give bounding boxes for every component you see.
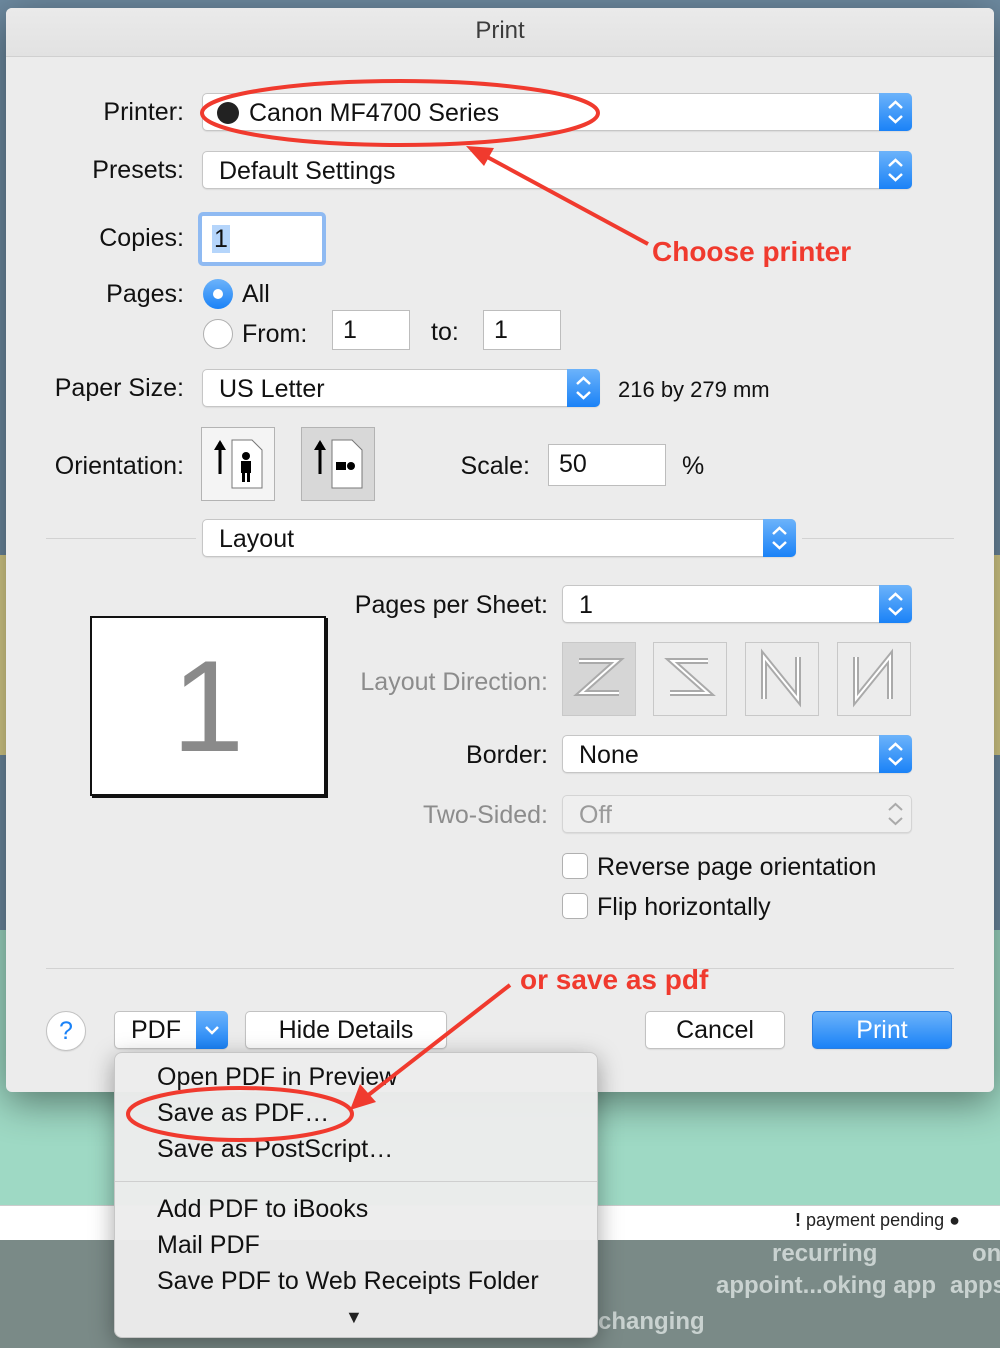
- pdf-menu-button[interactable]: PDF: [114, 1011, 228, 1049]
- layout-direction-s[interactable]: [653, 642, 727, 716]
- pages-per-sheet-value: 1: [579, 591, 593, 619]
- pdf-button-label: PDF: [131, 1016, 181, 1044]
- cancel-button[interactable]: Cancel: [645, 1011, 785, 1049]
- copies-field[interactable]: 1: [198, 212, 326, 266]
- user-icon: ●: [949, 1210, 961, 1230]
- reverse-orientation-checkbox[interactable]: [562, 853, 588, 879]
- paper-dimensions: 216 by 279 mm: [618, 377, 770, 402]
- page-preview: 1: [90, 616, 326, 796]
- menu-item-save-pdf-to-web-receipts[interactable]: Save PDF to Web Receipts Folder: [157, 1267, 539, 1296]
- pages-from-label: From:: [242, 320, 308, 348]
- orientation-label: Orientation:: [54, 452, 184, 480]
- layout-direction-n-reverse[interactable]: [745, 642, 819, 716]
- copies-value: 1: [212, 225, 230, 253]
- border-value: None: [579, 741, 639, 769]
- hide-details-button[interactable]: Hide Details: [245, 1011, 447, 1049]
- paper-size-value: US Letter: [219, 375, 325, 403]
- chevron-updown-icon: [879, 585, 912, 623]
- direction-z-icon: [573, 658, 625, 696]
- menu-item-save-as-pdf[interactable]: Save as PDF…: [157, 1099, 329, 1128]
- presets-label: Presets:: [92, 156, 184, 184]
- chevron-updown-icon: [879, 93, 912, 131]
- layout-direction-n[interactable]: [837, 642, 911, 716]
- background-changing-text: changing: [598, 1308, 705, 1335]
- preview-page-number: 1: [171, 633, 245, 779]
- layout-direction-z[interactable]: [562, 642, 636, 716]
- section-popup[interactable]: Layout: [202, 519, 796, 557]
- paper-size-label: Paper Size:: [54, 374, 184, 402]
- border-popup[interactable]: None: [562, 735, 912, 773]
- pages-from-radio[interactable]: [203, 319, 233, 349]
- paper-size-popup[interactable]: US Letter: [202, 369, 600, 407]
- section-value: Layout: [219, 525, 295, 553]
- direction-s-icon: [664, 658, 716, 696]
- portrait-button[interactable]: [201, 427, 275, 501]
- menu-item-mail-pdf[interactable]: Mail PDF: [157, 1231, 260, 1260]
- choose-printer-annotation: Choose printer: [652, 236, 852, 267]
- presets-value: Default Settings: [219, 157, 396, 185]
- section-separator-right: [802, 538, 954, 539]
- menu-scroll-down-arrow[interactable]: ▼: [345, 1307, 363, 1328]
- chevron-down-icon: [196, 1011, 228, 1049]
- background-on-text: on: [972, 1240, 1000, 1267]
- reverse-orientation-label: Reverse page orientation: [597, 853, 877, 881]
- two-sided-popup[interactable]: Off: [562, 795, 912, 833]
- printer-value: Canon MF4700 Series: [249, 99, 500, 127]
- pages-all-label: All: [242, 280, 270, 308]
- print-button[interactable]: Print: [812, 1011, 952, 1049]
- two-sided-label: Two-Sided:: [422, 801, 548, 829]
- save-pdf-annotation: or save as pdf: [520, 964, 709, 995]
- flip-horizontally-checkbox[interactable]: [562, 893, 588, 919]
- two-sided-value: Off: [579, 801, 612, 829]
- chevron-updown-icon: [879, 151, 912, 189]
- copies-label: Copies:: [99, 224, 184, 252]
- scale-label: Scale:: [460, 452, 530, 480]
- pages-label: Pages:: [106, 280, 184, 308]
- presets-popup[interactable]: Default Settings: [202, 151, 912, 189]
- border-label: Border:: [466, 741, 548, 769]
- flip-horizontally-label: Flip horizontally: [597, 893, 771, 921]
- direction-n-reverse-icon: [761, 648, 801, 708]
- landscape-button[interactable]: [301, 427, 375, 501]
- menu-item-add-pdf-to-ibooks[interactable]: Add PDF to iBooks: [157, 1195, 368, 1224]
- printer-popup[interactable]: Canon MF4700 Series: [202, 93, 912, 131]
- menu-item-open-pdf-in-preview[interactable]: Open PDF in Preview: [157, 1063, 397, 1092]
- scale-field[interactable]: 50: [548, 444, 666, 486]
- print-dialog: Print Printer: Canon MF4700 Series Prese…: [6, 8, 994, 1092]
- section-separator-left: [46, 538, 196, 539]
- chevron-updown-icon: [879, 795, 912, 833]
- chevron-updown-icon: [763, 519, 796, 557]
- scale-unit: %: [682, 452, 705, 480]
- background-recurring-text: recurring: [772, 1240, 878, 1267]
- chevron-updown-icon: [879, 735, 912, 773]
- landscape-icon: [314, 439, 363, 489]
- pdf-dropdown-menu: Open PDF in Preview Save as PDF… Save as…: [114, 1052, 598, 1338]
- pages-from-field[interactable]: 1: [332, 310, 410, 350]
- direction-n-icon: [853, 648, 893, 708]
- dialog-title: Print: [6, 8, 994, 57]
- pages-per-sheet-label: Pages per Sheet:: [354, 591, 548, 619]
- pages-all-radio[interactable]: [203, 279, 233, 309]
- menu-item-save-as-postscript[interactable]: Save as PostScript…: [157, 1135, 393, 1164]
- help-button[interactable]: ?: [46, 1011, 86, 1051]
- payment-pending-text: ! payment pending ●: [795, 1210, 961, 1230]
- layout-direction-label: Layout Direction:: [360, 668, 548, 696]
- background-appoint-text: appoint...oking app: [716, 1272, 936, 1299]
- printer-status-icon: [217, 102, 239, 124]
- pages-to-field[interactable]: 1: [483, 310, 561, 350]
- pages-per-sheet-popup[interactable]: 1: [562, 585, 912, 623]
- background-apps-text: apps: [950, 1272, 1000, 1299]
- portrait-icon: [214, 439, 263, 489]
- bottom-separator: [46, 968, 954, 969]
- pages-to-label: to:: [431, 318, 459, 346]
- printer-label: Printer:: [103, 98, 184, 126]
- menu-separator: [115, 1181, 597, 1182]
- chevron-updown-icon: [567, 369, 600, 407]
